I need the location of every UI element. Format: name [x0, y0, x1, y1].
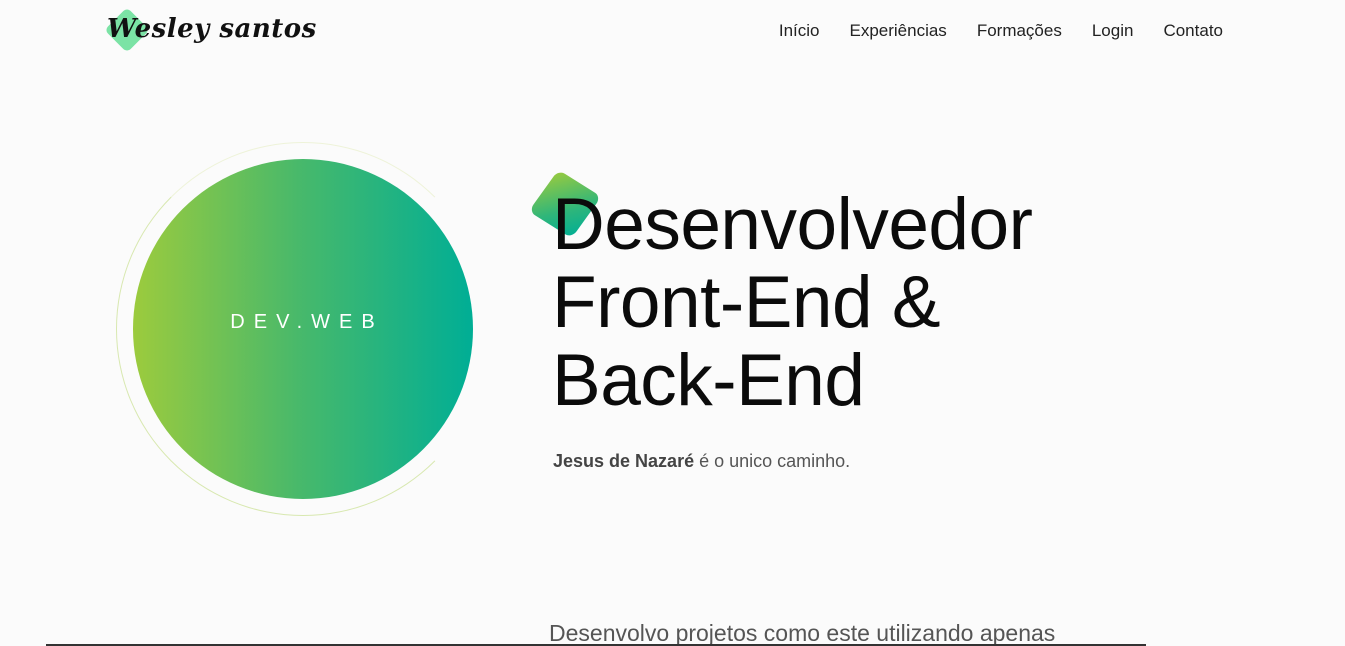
circle-label: DEV.WEB	[230, 310, 384, 333]
hero-title-line: Desenvolvedor	[552, 184, 1033, 265]
nav-inicio[interactable]: Início	[779, 21, 820, 41]
logo[interactable]: Wesley santos	[104, 7, 316, 54]
nav-formacoes[interactable]: Formações	[977, 21, 1062, 41]
intro-text: Desenvolvo projetos como este utilizando…	[549, 620, 1056, 646]
nav-login[interactable]: Login	[1092, 21, 1134, 41]
hero-title-line: Back-End	[552, 340, 865, 421]
hero-title-line: Front-End &	[552, 262, 941, 343]
hero-circle: DEV.WEB	[133, 159, 473, 499]
nav-contato[interactable]: Contato	[1163, 21, 1223, 41]
main-nav: Início Experiências Formações Login Cont…	[779, 21, 1223, 41]
hero-title: Desenvolvedor Front-End & Back-End	[552, 184, 1033, 421]
hero-tagline: Jesus de Nazaré é o unico caminho.	[553, 451, 850, 472]
logo-text: Wesley santos	[107, 14, 317, 44]
nav-experiencias[interactable]: Experiências	[849, 21, 946, 41]
tagline-bold: Jesus de Nazaré	[553, 451, 695, 471]
tagline-rest: é o unico caminho.	[694, 451, 851, 471]
